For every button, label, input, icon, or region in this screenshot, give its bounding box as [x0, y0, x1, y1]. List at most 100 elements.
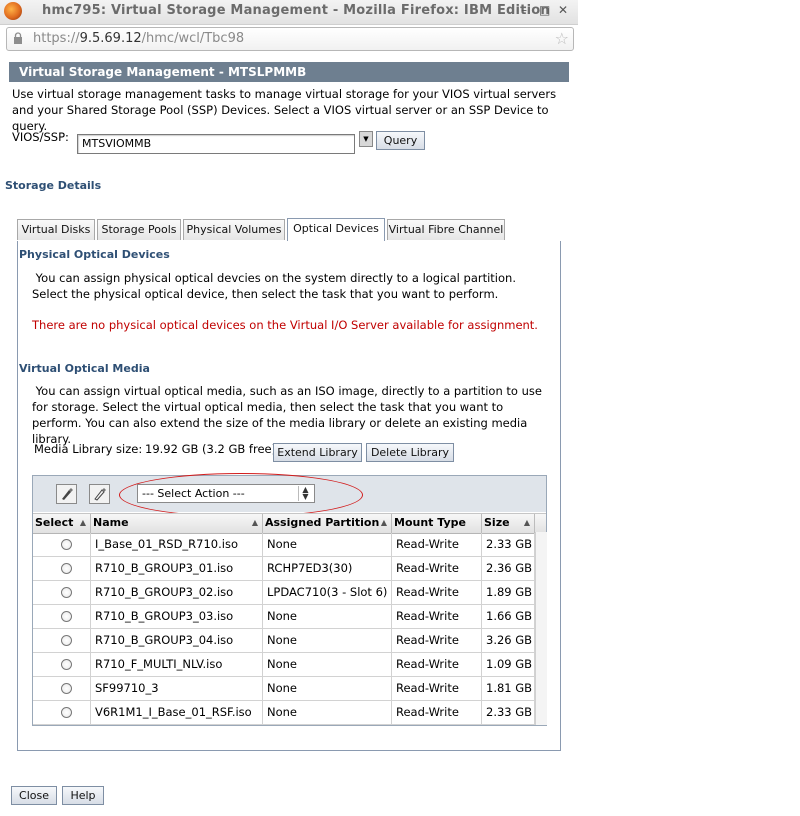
cell-name: R710_B_GROUP3_04.iso [91, 629, 263, 652]
table-toolbar: --- Select Action --- ▲ ▼ [33, 473, 546, 517]
column-name[interactable]: Name ▲ [91, 514, 263, 533]
cell-assigned-partition: None [263, 605, 392, 628]
cell-select [33, 533, 91, 556]
cell-assigned-partition: None [263, 653, 392, 676]
media-library-size: 19.92 GB (3.2 GB free) [145, 442, 277, 456]
query-button[interactable]: Query [376, 131, 425, 150]
cell-select [33, 629, 91, 652]
cell-mount-type: Read-Write [392, 653, 482, 676]
help-button[interactable]: Help [62, 786, 104, 805]
table-row[interactable]: R710_F_MULTI_NLV.iso None Read-Write 1.09 G… [33, 653, 535, 677]
cell-select [33, 677, 91, 700]
row-radio[interactable] [61, 659, 72, 670]
table-row[interactable]: I_Base_01_RSD_R710.iso None Read-Write 2.33… [33, 533, 535, 557]
browser-window: hmc795: Virtual Storage Management - Moz… [0, 0, 578, 816]
cell-name: SF99710_3 [91, 677, 263, 700]
column-select[interactable]: Select ▲ [33, 514, 91, 533]
chevron-down-icon[interactable]: ▼ [359, 131, 373, 147]
cell-mount-type: Read-Write [392, 605, 482, 628]
tab-optical-devices[interactable]: Optical Devices [287, 218, 385, 241]
cell-mount-type: Read-Write [392, 629, 482, 652]
cell-name: V6R1M1_I_Base_01_RSF.iso [91, 701, 263, 724]
tab-virtual-disks[interactable]: Virtual Disks [17, 219, 95, 240]
page-title: Virtual Storage Management - MTSLPMMB [9, 62, 569, 82]
cell-size: 1.89 GB [482, 581, 535, 604]
cell-select [33, 701, 91, 724]
cell-name: R710_F_MULTI_NLV.iso [91, 653, 263, 676]
cell-mount-type: Read-Write [392, 557, 482, 580]
row-radio[interactable] [61, 635, 72, 646]
cell-name: R710_B_GROUP3_03.iso [91, 605, 263, 628]
delete-library-button[interactable]: Delete Library [366, 443, 454, 462]
row-radio[interactable] [61, 539, 72, 550]
tab-virtual-fibre-channel[interactable]: Virtual Fibre Channel [387, 219, 505, 240]
cell-assigned-partition: LPDAC710(3 - Slot 6) [263, 581, 392, 604]
cell-assigned-partition: None [263, 533, 392, 556]
cell-select [33, 557, 91, 580]
cell-mount-type: Read-Write [392, 701, 482, 724]
cell-assigned-partition: None [263, 677, 392, 700]
table-row[interactable]: R710_B_GROUP3_04.iso None Read-Write 3.26 G… [33, 629, 535, 653]
minimize-button[interactable]: – [521, 3, 527, 17]
cell-size: 3.26 GB [482, 629, 535, 652]
cell-size: 2.33 GB [482, 701, 535, 724]
cell-assigned-partition: None [263, 629, 392, 652]
column-assigned-partition[interactable]: Assigned Partition ▲ [263, 514, 392, 533]
table-row[interactable]: R710_B_GROUP3_03.iso None Read-Write 1.66 G… [33, 605, 535, 629]
virtual-optical-description: You can assign virtual optical media, su… [32, 384, 542, 446]
cell-name: R710_B_GROUP3_01.iso [91, 557, 263, 580]
cell-size: 1.09 GB [482, 653, 535, 676]
table-row[interactable]: R710_B_GROUP3_01.iso RCHP7ED3(30) Read-Wri… [33, 557, 535, 581]
vios-ssp-label: VIOS/SSP: [12, 130, 69, 144]
table-row[interactable]: R710_B_GROUP3_02.iso LPDAC710(3 - Slot 6)… [33, 581, 535, 605]
row-radio[interactable] [61, 563, 72, 574]
url-text: https://9.5.69.12/hmc/wcl/Tbc98 [33, 31, 245, 46]
table-header: Select ▲ Name ▲ Assigned Partition ▲ Mount … [33, 513, 546, 534]
title-bar: hmc795: Virtual Storage Management - Moz… [0, 0, 578, 25]
column-mount-type[interactable]: Mount Type [392, 514, 482, 533]
close-button[interactable]: Close [11, 786, 57, 805]
bookmark-star-icon[interactable]: ☆ [555, 29, 569, 48]
cell-select [33, 653, 91, 676]
cell-size: 2.33 GB [482, 533, 535, 556]
cell-assigned-partition: RCHP7ED3(30) [263, 557, 392, 580]
address-bar[interactable]: https://9.5.69.12/hmc/wcl/Tbc98 ☆ [6, 27, 574, 51]
physical-optical-description: You can assign physical optical devcies … [32, 271, 516, 301]
tab-physical-volumes[interactable]: Physical Volumes [183, 219, 285, 240]
intro-text: Use virtual storage management tasks to … [12, 87, 557, 133]
cell-size: 1.81 GB [482, 677, 535, 700]
cell-name: R710_B_GROUP3_02.iso [91, 581, 263, 604]
row-radio[interactable] [61, 611, 72, 622]
row-radio[interactable] [61, 683, 72, 694]
virtual-optical-title: Virtual Optical Media [19, 362, 150, 375]
table-row[interactable]: V6R1M1_I_Base_01_RSF.iso None Read-Write 2.… [33, 701, 535, 725]
firefox-logo-icon [4, 2, 22, 20]
row-radio[interactable] [61, 707, 72, 718]
table-row[interactable]: SF99710_3 None Read-Write 1.81 GB [33, 677, 535, 701]
media-library-label: Media Library size: [34, 442, 143, 456]
deselect-all-icon[interactable] [89, 484, 110, 504]
red-highlight-oval [119, 473, 363, 517]
cell-select [33, 605, 91, 628]
table-scrollbar[interactable] [535, 532, 547, 725]
cell-assigned-partition: None [263, 701, 392, 724]
media-table: --- Select Action --- ▲ ▼ Select ▲ Name ▲ A… [32, 473, 547, 726]
cell-name: I_Base_01_RSD_R710.iso [91, 533, 263, 556]
row-radio[interactable] [61, 587, 72, 598]
cell-mount-type: Read-Write [392, 677, 482, 700]
extend-library-button[interactable]: Extend Library [273, 443, 362, 462]
physical-optical-title: Physical Optical Devices [19, 248, 170, 261]
cell-mount-type: Read-Write [392, 581, 482, 604]
cell-mount-type: Read-Write [392, 533, 482, 556]
storage-details-heading: Storage Details [5, 179, 102, 192]
column-size[interactable]: Size ▲ [482, 514, 535, 533]
cell-size: 2.36 GB [482, 557, 535, 580]
window-title: hmc795: Virtual Storage Management - Moz… [42, 3, 550, 18]
maximize-button[interactable]: □ [539, 3, 550, 17]
no-physical-devices-error: There are no physical optical devices on… [32, 318, 538, 332]
select-all-icon[interactable] [56, 484, 77, 504]
tab-storage-pools[interactable]: Storage Pools [97, 219, 181, 240]
cell-select [33, 581, 91, 604]
vios-ssp-select[interactable]: MTSVIOMMB [77, 134, 355, 154]
close-window-button[interactable]: ✕ [558, 3, 568, 17]
